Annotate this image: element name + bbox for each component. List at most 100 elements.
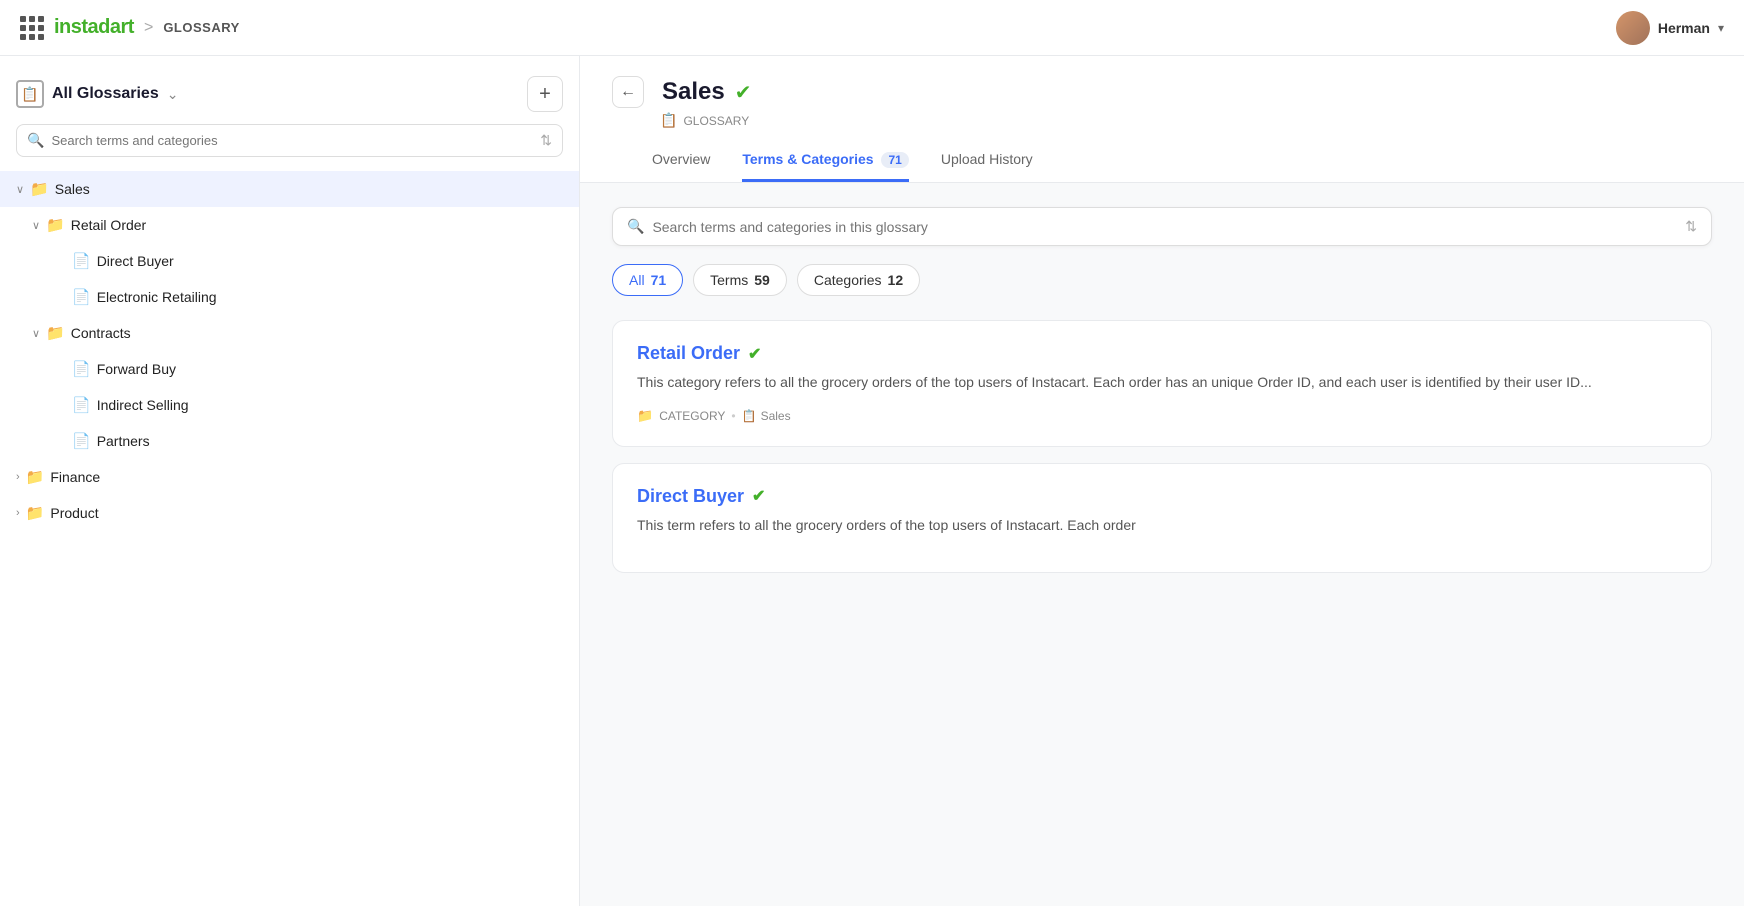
sidebar-tree: ∨ 📁 Sales ∨ 📁 Retail Order 📄 Direct Buyer 📄 Elect… — [0, 171, 579, 906]
sidebar-search-icon: 🔍 — [27, 132, 44, 149]
chevron-icon: ∨ — [16, 183, 24, 196]
card-meta-type: CATEGORY — [659, 409, 725, 423]
all-glossaries-dropdown-arrow: ⌄ — [167, 86, 179, 103]
sidebar-item-direct-buyer[interactable]: 📄 Direct Buyer — [0, 243, 579, 279]
tree-item-label: Contracts — [71, 325, 131, 341]
tabs: Overview Terms & Categories 71 Upload Hist… — [652, 141, 1712, 182]
pill-count: 71 — [651, 272, 667, 288]
sidebar-sort-icon[interactable]: ⇅ — [540, 132, 552, 149]
pill-count: 59 — [754, 272, 770, 288]
sidebar-item-partners[interactable]: 📄 Partners — [0, 423, 579, 459]
card-direct-buyer: Direct Buyer ✔ This term refers to all t… — [612, 463, 1712, 574]
sidebar-item-electronic-retailing[interactable]: 📄 Electronic Retailing — [0, 279, 579, 315]
glossary-subtitle-label: GLOSSARY — [683, 114, 749, 128]
tree-item-icon: 📄 — [72, 396, 91, 414]
sidebar-item-retail-order[interactable]: ∨ 📁 Retail Order — [0, 207, 579, 243]
glossary-title: Sales — [662, 78, 725, 106]
card-verified-icon: ✔ — [748, 344, 761, 364]
content-search-input[interactable] — [652, 219, 1677, 235]
glossary-icon: 📋 — [742, 409, 757, 423]
tree-item-label: Direct Buyer — [97, 253, 174, 269]
content-search-icon: 🔍 — [627, 218, 644, 235]
back-button[interactable]: ← — [612, 76, 644, 108]
filter-pill-all[interactable]: All 71 — [612, 264, 683, 296]
card-meta-glossary: 📋 Sales — [742, 409, 791, 423]
chevron-icon: › — [16, 471, 20, 483]
tree-item-icon: 📁 — [26, 504, 45, 522]
tree-item-icon: 📄 — [72, 288, 91, 306]
topnav-right: Herman ▾ — [1616, 11, 1724, 45]
cards-container: Retail Order ✔ This category refers to a… — [612, 320, 1712, 573]
glossary-subtitle: 📋 GLOSSARY — [660, 112, 1712, 129]
all-glossaries-label: All Glossaries — [52, 85, 159, 103]
main-content: ← Sales ✔ 📋 GLOSSARY Overview Terms & Cat… — [580, 56, 1744, 906]
tree-item-label: Partners — [97, 433, 150, 449]
glossary-title-row: ← Sales ✔ — [612, 76, 1712, 108]
pill-label: All — [629, 272, 645, 288]
chevron-icon: › — [16, 507, 20, 519]
logo: instadart — [54, 16, 134, 39]
tab-terms-categories[interactable]: Terms & Categories 71 — [742, 141, 908, 182]
filter-pill-terms[interactable]: Terms 59 — [693, 264, 787, 296]
topnav-left: instadart > GLOSSARY — [20, 16, 240, 40]
breadcrumb-label: GLOSSARY — [163, 20, 239, 35]
tree-item-icon: 📄 — [72, 360, 91, 378]
add-glossary-button[interactable]: + — [527, 76, 563, 112]
card-title[interactable]: Retail Order ✔ — [637, 343, 1687, 364]
topnav: instadart > GLOSSARY Herman ▾ — [0, 0, 1744, 56]
card-retail-order: Retail Order ✔ This category refers to a… — [612, 320, 1712, 447]
tab-upload-history[interactable]: Upload History — [941, 141, 1033, 182]
tree-item-icon: 📁 — [30, 180, 49, 198]
tree-item-icon: 📁 — [46, 216, 65, 234]
avatar[interactable] — [1616, 11, 1650, 45]
layout: 📋 All Glossaries ⌄ + 🔍 ⇅ ∨📁Sales∨📁Retail… — [0, 56, 1744, 906]
tree-item-icon: 📁 — [46, 324, 65, 342]
tab-count-terms-categories: 71 — [881, 152, 908, 168]
user-menu-chevron[interactable]: ▾ — [1718, 21, 1724, 35]
card-title[interactable]: Direct Buyer ✔ — [637, 486, 1687, 507]
card-verified-icon: ✔ — [752, 486, 765, 506]
pill-label: Categories — [814, 272, 882, 288]
book-icon: 📋 — [16, 80, 44, 108]
breadcrumb-separator: > — [144, 19, 153, 37]
tree-item-label: Retail Order — [71, 217, 146, 233]
sidebar-search-box: 🔍 ⇅ — [16, 124, 563, 157]
pill-count: 12 — [888, 272, 904, 288]
user-name: Herman — [1658, 20, 1710, 36]
sidebar-item-sales[interactable]: ∨ 📁 Sales — [0, 171, 579, 207]
content-area: 🔍 ⇅ All 71 Terms 59 Categories 12 Retail O… — [580, 183, 1744, 613]
sidebar-item-product[interactable]: › 📁 Product — [0, 495, 579, 531]
tree-item-label: Electronic Retailing — [97, 289, 217, 305]
tab-overview[interactable]: Overview — [652, 141, 710, 182]
sidebar-search-input[interactable] — [51, 133, 533, 148]
sidebar-item-contracts[interactable]: ∨ 📁 Contracts — [0, 315, 579, 351]
card-meta: 📁 CATEGORY • 📋 Sales — [637, 408, 1687, 424]
chevron-icon: ∨ — [32, 327, 40, 340]
content-sort-icon[interactable]: ⇅ — [1685, 218, 1697, 235]
card-description: This term refers to all the grocery orde… — [637, 515, 1687, 537]
tree-item-icon: 📁 — [26, 468, 45, 486]
tree-item-icon: 📄 — [72, 252, 91, 270]
tree-item-label: Forward Buy — [97, 361, 176, 377]
app-grid-icon[interactable] — [20, 16, 44, 40]
tree-item-label: Indirect Selling — [97, 397, 189, 413]
verified-badge-icon: ✔ — [735, 80, 752, 105]
meta-separator: • — [731, 409, 735, 423]
tree-item-label: Product — [50, 505, 98, 521]
tree-item-label: Sales — [55, 181, 90, 197]
sidebar: 📋 All Glossaries ⌄ + 🔍 ⇅ ∨ 📁 Sales ∨ 📁 Retail… — [0, 56, 580, 906]
content-search-box: 🔍 ⇅ — [612, 207, 1712, 246]
card-description: This category refers to all the grocery … — [637, 372, 1687, 394]
sidebar-item-indirect-selling[interactable]: 📄 Indirect Selling — [0, 387, 579, 423]
filter-pill-categories[interactable]: Categories 12 — [797, 264, 920, 296]
tree-item-icon: 📄 — [72, 432, 91, 450]
filter-pills: All 71 Terms 59 Categories 12 — [612, 264, 1712, 296]
glossary-subtitle-icon: 📋 — [660, 112, 677, 129]
all-glossaries-button[interactable]: 📋 All Glossaries ⌄ — [16, 80, 178, 108]
chevron-icon: ∨ — [32, 219, 40, 232]
tree-item-label: Finance — [50, 469, 100, 485]
sidebar-item-forward-buy[interactable]: 📄 Forward Buy — [0, 351, 579, 387]
sidebar-item-finance[interactable]: › 📁 Finance — [0, 459, 579, 495]
sidebar-header: 📋 All Glossaries ⌄ + — [0, 56, 579, 124]
category-icon: 📁 — [637, 408, 653, 424]
